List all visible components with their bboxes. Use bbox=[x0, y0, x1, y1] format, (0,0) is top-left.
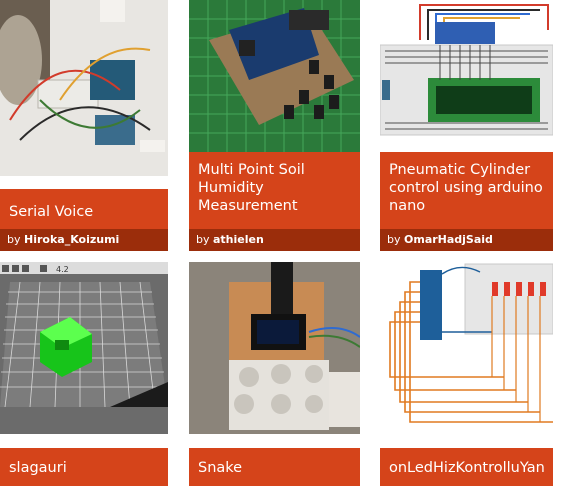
3d-model-editor-screenshot-icon[interactable]: 4.2 bbox=[0, 262, 168, 434]
card-author-bar: by athielen bbox=[189, 229, 360, 251]
card-title[interactable]: Snake bbox=[189, 448, 360, 486]
author-link[interactable]: Hiroka_Koizumi bbox=[24, 233, 119, 246]
toolbar-value: 4.2 bbox=[56, 265, 69, 274]
card-author-bar: by OmarHadjSaid bbox=[380, 229, 553, 251]
soil-sensor-board-photo-icon[interactable] bbox=[189, 0, 360, 152]
project-card-serial-voice[interactable]: Serial Voice by Hiroka_Koizumi bbox=[0, 0, 168, 251]
author-link[interactable]: OmarHadjSaid bbox=[404, 233, 493, 246]
card-title[interactable]: slagauri bbox=[0, 448, 168, 486]
author-link[interactable]: athielen bbox=[213, 233, 264, 246]
arduino-wiring-photo-icon[interactable] bbox=[0, 0, 168, 176]
oled-game-photo-icon[interactable] bbox=[189, 262, 360, 434]
card-title[interactable]: Serial Voice bbox=[0, 189, 168, 229]
project-card-slagauri[interactable]: 4.2 slagauri bbox=[0, 262, 168, 486]
project-card-onledhiz[interactable]: onLedHizKontrolluYan bbox=[380, 262, 553, 486]
lcd-breadboard-diagram-icon[interactable] bbox=[380, 0, 553, 152]
card-author-bar: by Hiroka_Koizumi bbox=[0, 229, 168, 251]
card-title[interactable]: onLedHizKontrolluYan bbox=[380, 448, 553, 486]
project-card-snake[interactable]: Snake bbox=[189, 262, 360, 486]
led-breadboard-diagram-icon[interactable] bbox=[380, 262, 553, 434]
project-card-soil-humidity[interactable]: Multi Point Soil Humidity Measurement by… bbox=[189, 0, 360, 251]
card-title[interactable]: Pneumatic Cylinder control using arduino… bbox=[380, 152, 553, 229]
project-card-pneumatic-cylinder[interactable]: Pneumatic Cylinder control using arduino… bbox=[380, 0, 553, 251]
card-title[interactable]: Multi Point Soil Humidity Measurement bbox=[189, 152, 360, 229]
